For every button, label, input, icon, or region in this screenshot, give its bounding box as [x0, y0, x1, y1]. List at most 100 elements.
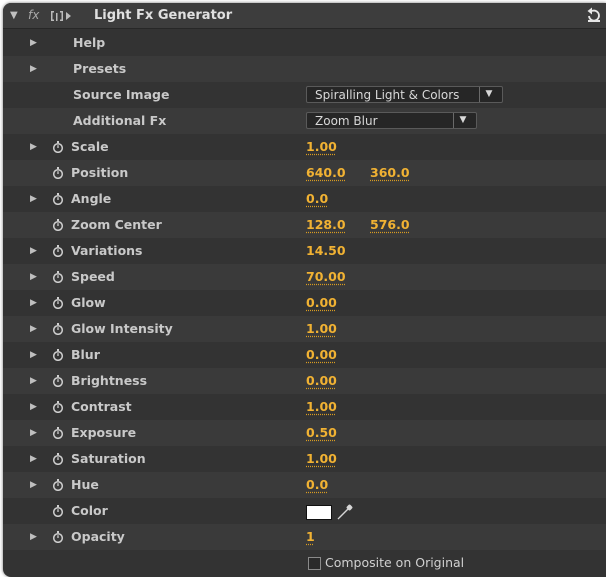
expand-triangle-icon[interactable]: ▶: [30, 134, 37, 160]
zoom-center-value-y[interactable]: 576.0: [370, 212, 410, 238]
property-row-additional-fx: Zoom Blur ▼ Additional Fx: [3, 108, 606, 134]
variations-label: Variations: [71, 243, 143, 258]
effect-controls-icon: [51, 11, 71, 21]
property-row-exposure: ▶ 0.50 Exposure: [3, 420, 606, 446]
hue-label: Hue: [71, 477, 99, 492]
source-image-label: Source Image: [73, 87, 170, 102]
expand-triangle-icon[interactable]: ▶: [30, 420, 37, 446]
expand-triangle-icon[interactable]: ▶: [30, 186, 37, 212]
property-row-variations: ▶ 14.50 Variations: [3, 238, 606, 264]
reset-icon[interactable]: [586, 7, 602, 23]
property-row-composite-on-original: Composite on Original: [3, 550, 606, 576]
expand-triangle-icon[interactable]: ▶: [30, 342, 37, 368]
source-image-dropdown[interactable]: Spiralling Light & Colors ▼: [306, 86, 503, 103]
effect-title: Light Fx Generator: [94, 8, 233, 23]
property-row-glow-intensity: ▶ 1.00 Glow Intensity: [3, 316, 606, 342]
zoom-center-label: Zoom Center: [71, 217, 162, 232]
property-row-scale: ▶ 1.00 Scale: [3, 134, 606, 160]
expand-triangle-icon[interactable]: ▶: [30, 368, 37, 394]
eyedropper-icon[interactable]: [336, 503, 354, 520]
presets-label[interactable]: Presets: [73, 56, 126, 82]
stopwatch-icon[interactable]: [52, 219, 64, 231]
scale-label: Scale: [71, 139, 109, 154]
property-row-color: Color: [3, 498, 606, 524]
stopwatch-icon[interactable]: [52, 349, 64, 361]
saturation-label: Saturation: [71, 451, 146, 466]
opacity-label: Opacity: [71, 529, 125, 544]
collapse-triangle-icon[interactable]: ▼: [10, 3, 18, 29]
effect-controls-panel: ▼ fx Light Fx Generator ▶ Help ▶ Presets Spi…: [3, 3, 606, 577]
stopwatch-icon[interactable]: [52, 193, 64, 205]
stopwatch-icon[interactable]: [52, 479, 64, 491]
stopwatch-icon[interactable]: [52, 375, 64, 387]
hue-value[interactable]: 0.0: [306, 472, 328, 498]
glow-label: Glow: [71, 295, 106, 310]
additional-fx-dropdown[interactable]: Zoom Blur ▼: [306, 112, 477, 129]
stopwatch-icon[interactable]: [52, 271, 64, 283]
property-row-angle: ▶ 0.0 Angle: [3, 186, 606, 212]
brightness-label: Brightness: [71, 373, 148, 388]
composite-on-original-checkbox[interactable]: [308, 557, 321, 570]
expand-triangle-icon[interactable]: ▶: [30, 472, 37, 498]
expand-triangle-icon[interactable]: ▶: [30, 290, 37, 316]
property-row-speed: ▶ 70.00 Speed: [3, 264, 606, 290]
position-value-y[interactable]: 360.0: [370, 160, 410, 186]
stopwatch-icon[interactable]: [52, 427, 64, 439]
color-swatch[interactable]: [306, 505, 332, 520]
glow-intensity-label: Glow Intensity: [71, 321, 173, 336]
scale-value[interactable]: 1.00: [306, 134, 337, 160]
color-label: Color: [71, 503, 108, 518]
speed-value[interactable]: 70.00: [306, 264, 346, 290]
property-row-saturation: ▶ 1.00 Saturation: [3, 446, 606, 472]
chevron-down-icon: ▼: [479, 87, 498, 102]
angle-value[interactable]: 0.0: [306, 186, 328, 212]
fx-toggle-icon[interactable]: fx: [28, 3, 39, 28]
property-row-hue: ▶ 0.0 Hue: [3, 472, 606, 498]
additional-fx-label: Additional Fx: [73, 113, 167, 128]
stopwatch-icon[interactable]: [52, 297, 64, 309]
zoom-center-value[interactable]: 128.0: [306, 212, 346, 238]
expand-triangle-icon[interactable]: ▶: [30, 316, 37, 342]
glow-value[interactable]: 0.00: [306, 290, 337, 316]
stopwatch-icon[interactable]: [52, 141, 64, 153]
stopwatch-icon[interactable]: [52, 453, 64, 465]
stopwatch-icon[interactable]: [52, 323, 64, 335]
contrast-label: Contrast: [71, 399, 132, 414]
blur-value[interactable]: 0.00: [306, 342, 337, 368]
angle-label: Angle: [71, 191, 112, 206]
property-row-zoom-center: 128.0 576.0 Zoom Center: [3, 212, 606, 238]
stopwatch-icon[interactable]: [52, 531, 64, 543]
property-row-presets: ▶ Presets: [3, 56, 606, 82]
exposure-value[interactable]: 0.50: [306, 420, 337, 446]
property-row-contrast: ▶ 1.00 Contrast: [3, 394, 606, 420]
source-image-dropdown-value: Spiralling Light & Colors: [315, 88, 460, 102]
expand-triangle-icon[interactable]: ▶: [30, 394, 37, 420]
position-label: Position: [71, 165, 129, 180]
expand-triangle-icon[interactable]: ▶: [30, 446, 37, 472]
property-row-opacity: ▶ 1 Opacity: [3, 524, 606, 550]
stopwatch-icon[interactable]: [52, 401, 64, 413]
opacity-value[interactable]: 1: [306, 524, 315, 550]
expand-triangle-icon[interactable]: ▶: [30, 30, 37, 56]
expand-triangle-icon[interactable]: ▶: [30, 524, 37, 550]
expand-triangle-icon[interactable]: ▶: [30, 56, 37, 82]
chevron-down-icon: ▼: [453, 113, 472, 128]
stopwatch-icon[interactable]: [52, 505, 64, 517]
speed-label: Speed: [71, 269, 115, 284]
property-row-brightness: ▶ 0.00 Brightness: [3, 368, 606, 394]
expand-triangle-icon[interactable]: ▶: [30, 264, 37, 290]
brightness-value[interactable]: 0.00: [306, 368, 337, 394]
contrast-value[interactable]: 1.00: [306, 394, 337, 420]
property-row-help: ▶ Help: [3, 30, 606, 56]
stopwatch-icon[interactable]: [52, 167, 64, 179]
help-label[interactable]: Help: [73, 30, 105, 56]
variations-value[interactable]: 14.50: [306, 238, 346, 264]
effect-header[interactable]: ▼ fx Light Fx Generator: [3, 3, 606, 29]
position-value[interactable]: 640.0: [306, 160, 346, 186]
expand-triangle-icon[interactable]: ▶: [30, 238, 37, 264]
glow-intensity-value[interactable]: 1.00: [306, 316, 337, 342]
stopwatch-icon[interactable]: [52, 245, 64, 257]
property-row-blur: ▶ 0.00 Blur: [3, 342, 606, 368]
exposure-label: Exposure: [71, 425, 137, 440]
saturation-value[interactable]: 1.00: [306, 446, 337, 472]
